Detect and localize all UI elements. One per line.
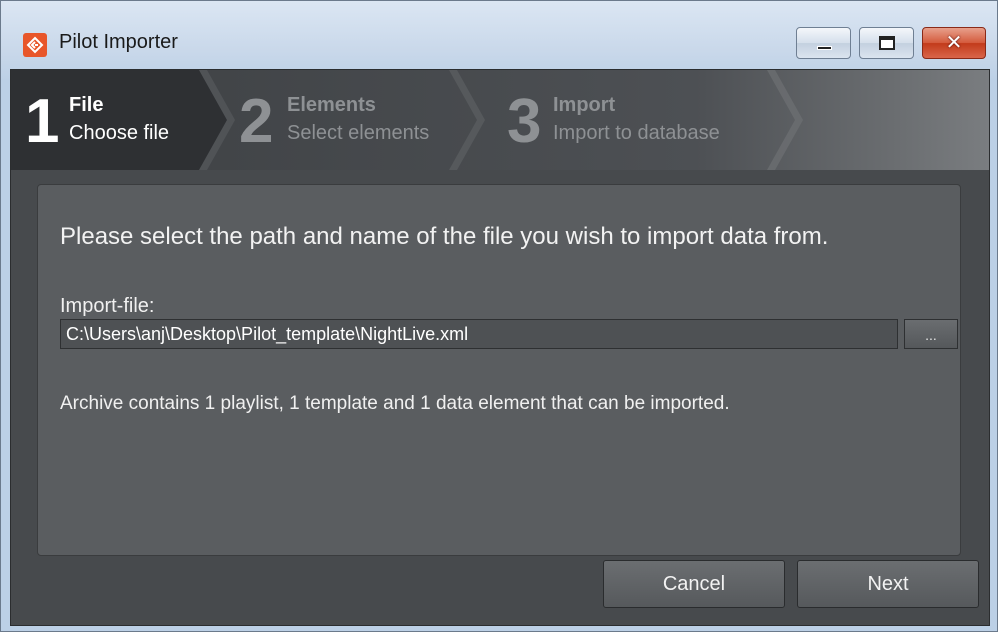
window-title: Pilot Importer xyxy=(59,31,178,53)
pilot-importer-window: Pilot Importer ✕ 1 File Choose file 2 El… xyxy=(0,0,998,632)
archive-info-text: Archive contains 1 playlist, 1 template … xyxy=(60,393,730,414)
step-number: 2 xyxy=(239,87,274,156)
wizard-step-chevrons xyxy=(11,70,803,170)
instruction-text: Please select the path and name of the f… xyxy=(60,223,829,250)
step-subtitle: Choose file xyxy=(69,122,170,144)
next-button[interactable]: Next xyxy=(797,560,979,608)
step-subtitle: Import to database xyxy=(553,122,720,144)
wizard-client-area: 1 File Choose file 2 Elements Select ele… xyxy=(10,69,990,626)
minimize-icon xyxy=(817,46,832,50)
wizard-steps-bar: 1 File Choose file 2 Elements Select ele… xyxy=(11,70,989,170)
file-selection-panel: Please select the path and name of the f… xyxy=(37,184,961,556)
minimize-button[interactable] xyxy=(796,27,851,59)
step-title: File xyxy=(69,94,104,116)
browse-button[interactable]: ... xyxy=(904,319,958,349)
close-button[interactable]: ✕ xyxy=(922,27,986,59)
step-number: 1 xyxy=(25,87,60,156)
cancel-button[interactable]: Cancel xyxy=(603,560,785,608)
import-file-input[interactable] xyxy=(60,319,898,349)
title-bar[interactable]: Pilot Importer ✕ xyxy=(1,1,997,69)
step-title: Import xyxy=(553,94,616,116)
maximize-button[interactable] xyxy=(859,27,914,59)
step-title: Elements xyxy=(287,94,376,116)
pilot-app-icon xyxy=(23,33,47,57)
step-subtitle: Select elements xyxy=(287,122,430,144)
import-file-label: Import-file: xyxy=(60,295,155,317)
step-number: 3 xyxy=(507,87,542,156)
maximize-icon xyxy=(879,36,895,50)
close-icon: ✕ xyxy=(945,32,963,54)
